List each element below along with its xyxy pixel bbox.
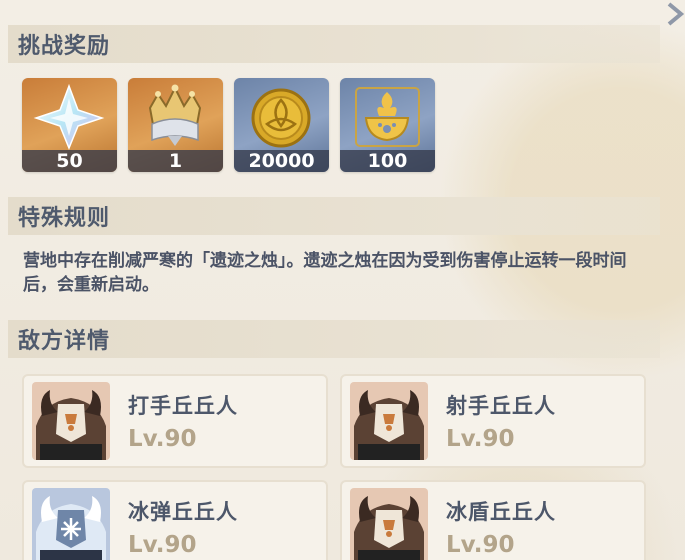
mora-coin-icon xyxy=(251,88,311,148)
crown-icon xyxy=(148,84,202,146)
enemy-card[interactable]: 射手丘丘人 Lv.90 xyxy=(340,374,646,468)
hilichurl-fighter-portrait xyxy=(32,382,110,460)
reward-quantity: 1 xyxy=(128,150,223,172)
section-title-rules: 特殊规则 xyxy=(8,197,660,235)
reward-quantity: 50 xyxy=(22,150,117,172)
rules-description: 营地中存在削减严寒的「遗迹之烛」。遗迹之烛在因为受到伤害停止运转一段时间后，会重… xyxy=(23,251,627,295)
reward-item-cooking-pot[interactable]: 100 xyxy=(340,78,435,172)
enemy-name: 射手丘丘人 xyxy=(446,394,556,418)
section-title-enemies: 敌方详情 xyxy=(8,320,660,358)
reward-quantity: 100 xyxy=(340,150,435,172)
reward-quantity: 20000 xyxy=(234,150,329,172)
enemy-name: 冰弹丘丘人 xyxy=(128,500,238,524)
enemy-level: Lv.90 xyxy=(446,426,515,452)
reward-item-mora[interactable]: 20000 xyxy=(234,78,329,172)
reward-item-crown[interactable]: 1 xyxy=(128,78,223,172)
cryo-slime-shooter-portrait xyxy=(32,488,110,560)
cooking-pot-icon xyxy=(355,87,420,147)
primogem-icon xyxy=(33,83,105,150)
enemy-level: Lv.90 xyxy=(128,426,197,452)
enemy-card[interactable]: 打手丘丘人 Lv.90 xyxy=(22,374,328,468)
reward-item-primogem[interactable]: 50 xyxy=(22,78,117,172)
enemy-name: 打手丘丘人 xyxy=(128,394,238,418)
enemy-name: 冰盾丘丘人 xyxy=(446,500,556,524)
enemy-level: Lv.90 xyxy=(128,532,197,558)
enemy-level: Lv.90 xyxy=(446,532,515,558)
enemy-card[interactable]: 冰弹丘丘人 Lv.90 xyxy=(22,480,328,560)
close-icon[interactable] xyxy=(663,0,685,28)
reward-list: 50 1 20000 100 xyxy=(22,78,435,172)
section-title-rewards: 挑战奖励 xyxy=(8,25,660,63)
ice-shield-hilichurl-portrait xyxy=(350,488,428,560)
hilichurl-shooter-portrait xyxy=(350,382,428,460)
enemy-card[interactable]: 冰盾丘丘人 Lv.90 xyxy=(340,480,646,560)
